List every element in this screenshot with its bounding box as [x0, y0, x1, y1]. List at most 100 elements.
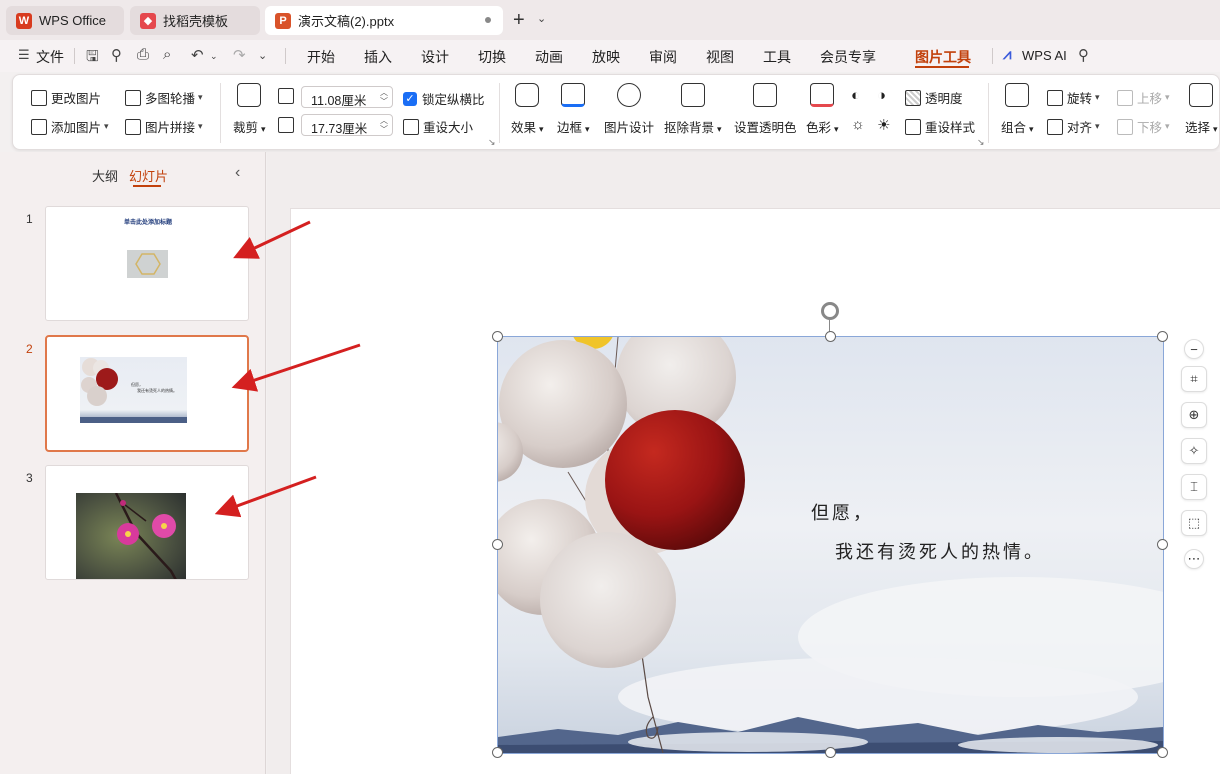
tab-outline[interactable]: 大纲: [92, 166, 118, 185]
chevron-down-icon[interactable]: ⌄: [210, 51, 218, 62]
redo-icon: ↷: [233, 47, 246, 64]
menu-insert[interactable]: 插入: [364, 47, 392, 67]
crop-button[interactable]: 裁剪 ▾: [233, 83, 266, 136]
crop-tool-icon[interactable]: ⌗: [1181, 366, 1207, 392]
align-icon: [1047, 118, 1063, 135]
wps-ai-icon[interactable]: ⩘: [1003, 46, 1011, 63]
title-tab-bar: W WPS Office ◆ 找稻壳模板 P 演示文稿(2).pptx + ⌄: [0, 0, 1220, 40]
print-icon[interactable]: ⎙: [137, 46, 149, 63]
reset-size-label: 重设大小: [423, 121, 474, 135]
resize-handle-bottom[interactable]: [825, 747, 836, 758]
tab-label: 找稻壳模板: [163, 14, 229, 29]
menu-slideshow[interactable]: 放映: [592, 47, 620, 67]
slide-thumbnail-1[interactable]: 单击此处添加标题: [45, 206, 249, 321]
chevron-down-icon: ▾: [585, 124, 590, 134]
reset-style-icon: [905, 118, 921, 135]
docer-logo-icon: ◆: [140, 12, 156, 29]
reset-size-button[interactable]: 重设大小: [403, 117, 473, 136]
align-label: 对齐: [1067, 121, 1093, 135]
dialog-launcher-icon[interactable]: ↘: [488, 137, 496, 148]
crop-label: 裁剪: [233, 121, 259, 135]
tab-docer-templates[interactable]: ◆ 找稻壳模板: [130, 6, 260, 35]
slide-thumbnail-3[interactable]: [45, 465, 249, 580]
divider: [74, 48, 75, 64]
select-button[interactable]: 选择 ▾: [1185, 83, 1218, 136]
contrast-decrease-icon[interactable]: ◑: [877, 87, 886, 104]
remove-background-tool-icon[interactable]: ⬚: [1181, 510, 1207, 536]
multi-carousel-button[interactable]: 多图轮播 ▾: [125, 88, 203, 107]
chevron-down-icon: ▾: [1165, 121, 1170, 131]
effects-button[interactable]: 效果 ▾: [511, 83, 544, 136]
menu-member[interactable]: 会员专享: [820, 47, 876, 67]
zoom-in-icon[interactable]: ⊕: [1181, 402, 1207, 428]
tab-label: WPS Office: [39, 13, 106, 28]
hamburger-menu-icon[interactable]: ☰: [18, 47, 30, 63]
remove-background-label: 抠除背景: [664, 121, 715, 135]
contrast-increase-icon[interactable]: ◐: [851, 87, 860, 104]
picture-design-label: 图片设计: [604, 121, 655, 135]
chevron-down-icon[interactable]: ⌄: [537, 12, 546, 25]
color-button[interactable]: 色彩 ▾: [806, 83, 839, 136]
rotate-handle-icon[interactable]: [821, 302, 839, 320]
active-tab-underline: [915, 66, 969, 68]
menu-design[interactable]: 设计: [421, 47, 449, 67]
menu-wps-ai[interactable]: WPS AI: [1022, 48, 1067, 63]
resize-handle-right[interactable]: [1157, 539, 1168, 550]
width-input[interactable]: 11.08厘米 ︿ ﹀: [301, 86, 393, 108]
group-button[interactable]: 组合 ▾: [1001, 83, 1034, 136]
undo-icon[interactable]: ↶: [191, 46, 204, 64]
reset-style-button[interactable]: 重设样式: [905, 117, 975, 136]
rotate-icon: [1047, 89, 1063, 106]
menu-bar: ☰ 文件 🖫 ⚲ ⎙ ⌕ ↶ ⌄ ↷ ⌄ 开始 插入 设计 切换 动画 放映 审…: [0, 40, 1220, 72]
menu-view[interactable]: 视图: [706, 47, 734, 67]
align-button[interactable]: 对齐 ▾: [1047, 117, 1100, 136]
spinner-icon[interactable]: ︿ ﹀: [380, 116, 388, 134]
spinner-icon[interactable]: ︿ ﹀: [380, 88, 388, 106]
resize-handle-left[interactable]: [492, 539, 503, 550]
menu-picture-tools[interactable]: 图片工具: [915, 47, 971, 67]
resize-handle-bottom-left[interactable]: [492, 747, 503, 758]
new-tab-plus-icon[interactable]: +: [513, 9, 525, 32]
lock-aspect-ratio-checkbox[interactable]: ✓ 锁定纵横比: [403, 89, 485, 108]
magic-wand-icon[interactable]: ✧: [1181, 438, 1207, 464]
add-picture-label: 添加图片: [51, 121, 102, 135]
tab-presentation-file[interactable]: P 演示文稿(2).pptx: [265, 6, 503, 35]
set-transparent-color-button[interactable]: 设置透明色: [734, 83, 797, 136]
divider: [220, 83, 221, 143]
brightness-decrease-icon[interactable]: ☀: [877, 116, 890, 134]
change-picture-button[interactable]: 更改图片: [31, 88, 101, 107]
save-icon[interactable]: 🖫: [86, 46, 99, 71]
menu-home[interactable]: 开始: [307, 47, 335, 67]
picture-design-button[interactable]: 图片设计: [604, 83, 654, 136]
dialog-launcher-icon[interactable]: ↘: [977, 137, 985, 148]
chevron-down-icon[interactable]: ⌄: [258, 49, 267, 62]
more-options-icon[interactable]: ⋯: [1184, 549, 1204, 569]
collapse-tools-icon[interactable]: −: [1184, 339, 1204, 359]
slide-thumbnail-2[interactable]: 但愿， 我还有烫死人的热情。: [45, 335, 249, 452]
tab-slides[interactable]: 幻灯片: [129, 166, 168, 185]
menu-file[interactable]: 文件: [36, 47, 64, 67]
extract-text-icon[interactable]: ⌶: [1181, 474, 1207, 500]
picture-stitch-button[interactable]: 图片拼接 ▾: [125, 117, 203, 136]
collapse-panel-icon[interactable]: ‹: [235, 164, 240, 182]
print-preview-icon[interactable]: ⌕: [163, 46, 171, 63]
resize-handle-top-left[interactable]: [492, 331, 503, 342]
resize-handle-top[interactable]: [825, 331, 836, 342]
tab-wps-office[interactable]: W WPS Office: [6, 6, 124, 35]
search-icon[interactable]: ⚲: [1078, 46, 1089, 64]
menu-transitions[interactable]: 切换: [478, 47, 506, 67]
menu-animations[interactable]: 动画: [535, 47, 563, 67]
resize-handle-top-right[interactable]: [1157, 331, 1168, 342]
menu-review[interactable]: 审阅: [649, 47, 677, 67]
rotate-button[interactable]: 旋转 ▾: [1047, 88, 1100, 107]
menu-tools[interactable]: 工具: [763, 47, 791, 67]
remove-background-button[interactable]: 抠除背景 ▾: [664, 83, 722, 136]
chevron-down-icon: ▾: [261, 124, 266, 134]
add-picture-button[interactable]: 添加图片 ▾: [31, 117, 109, 136]
transparency-button[interactable]: 透明度: [905, 88, 963, 107]
height-input[interactable]: 17.73厘米 ︿ ﹀: [301, 114, 393, 136]
brightness-increase-icon[interactable]: ☼: [851, 116, 865, 133]
resize-handle-bottom-right[interactable]: [1157, 747, 1168, 758]
share-icon[interactable]: ⚲: [111, 46, 122, 64]
border-button[interactable]: 边框 ▾: [557, 83, 590, 136]
